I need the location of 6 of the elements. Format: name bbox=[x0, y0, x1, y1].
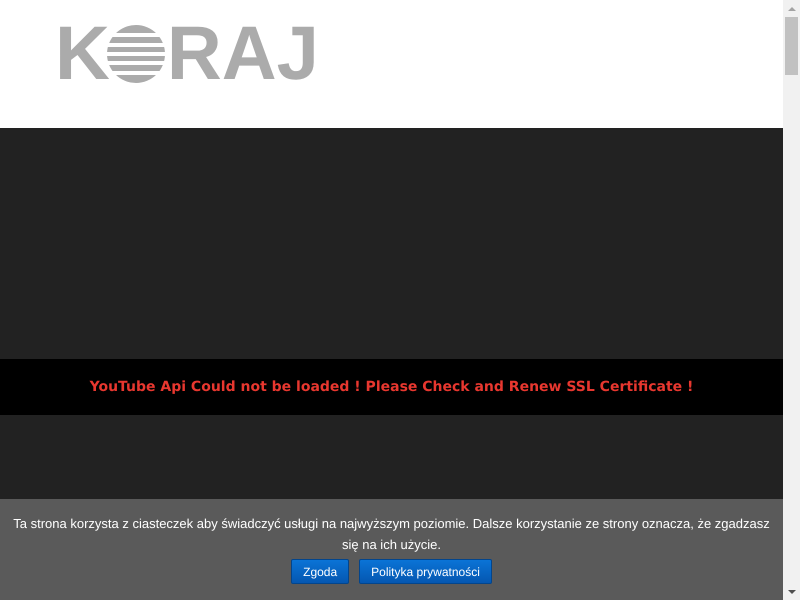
accept-button[interactable]: Zgoda bbox=[291, 559, 350, 584]
error-message: YouTube Api Could not be loaded ! Please Check and Renew SSL Certificate ! bbox=[90, 379, 694, 395]
cookie-message: Ta strona korzysta z ciasteczek aby świadczyć usługi na najwyższym poziomie. Dalsze korzystanie ze strony oznacza, że zgadzasz się na ich użycie. bbox=[12, 515, 771, 554]
scroll-thumb[interactable] bbox=[785, 17, 798, 75]
privacy-policy-button[interactable]: Polityka prywatności bbox=[359, 559, 492, 584]
scrollbar[interactable] bbox=[783, 0, 800, 600]
